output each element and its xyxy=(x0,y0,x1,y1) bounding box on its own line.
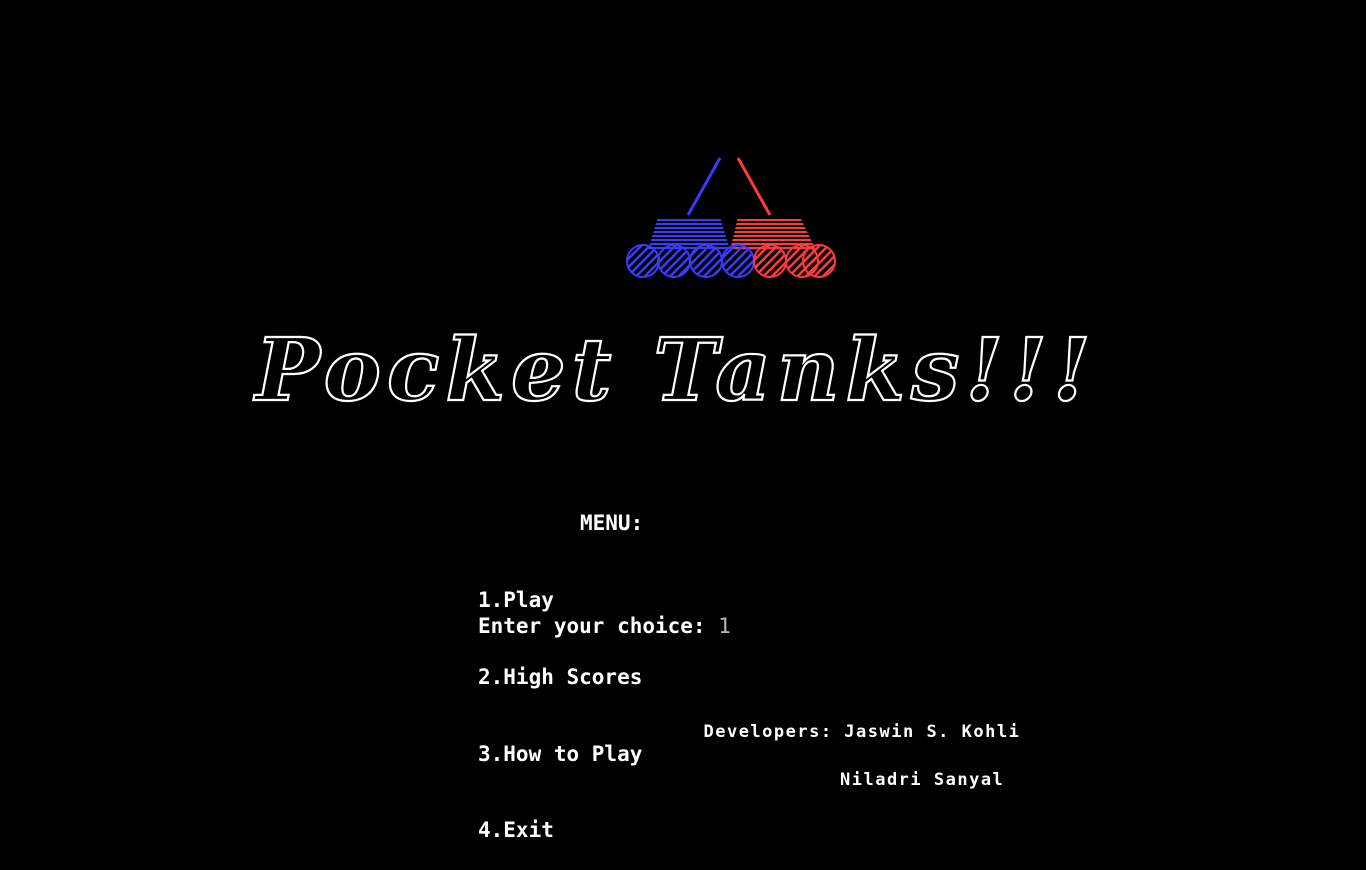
credits-line-1: Developers: Jaswin S. Kohli xyxy=(703,722,1021,742)
choice-prompt-label: Enter your choice: xyxy=(478,614,719,638)
menu-heading: MENU: xyxy=(580,511,644,536)
two-tanks-logo-icon xyxy=(620,155,840,285)
menu-item-how-to-play[interactable]: 3.How to Play xyxy=(478,742,643,768)
credits-line-2: Niladri Sanyal xyxy=(840,770,1005,790)
game-title: Pocket Tanks!!! xyxy=(0,319,1366,442)
choice-prompt: Enter your choice: 1 xyxy=(478,614,731,638)
menu-item-high-scores[interactable]: 2.High Scores xyxy=(478,665,643,691)
choice-input[interactable]: 1 xyxy=(718,614,731,638)
credits: Developers: Jaswin S. Kohli Niladri Sany… xyxy=(680,696,1020,816)
main-menu: MENU: 1.Play 2.High Scores 3.How to Play… xyxy=(478,460,643,870)
game-title-text: Pocket Tanks!!! xyxy=(252,322,1096,421)
menu-item-exit[interactable]: 4.Exit xyxy=(478,818,643,844)
menu-item-play[interactable]: 1.Play xyxy=(478,588,643,614)
